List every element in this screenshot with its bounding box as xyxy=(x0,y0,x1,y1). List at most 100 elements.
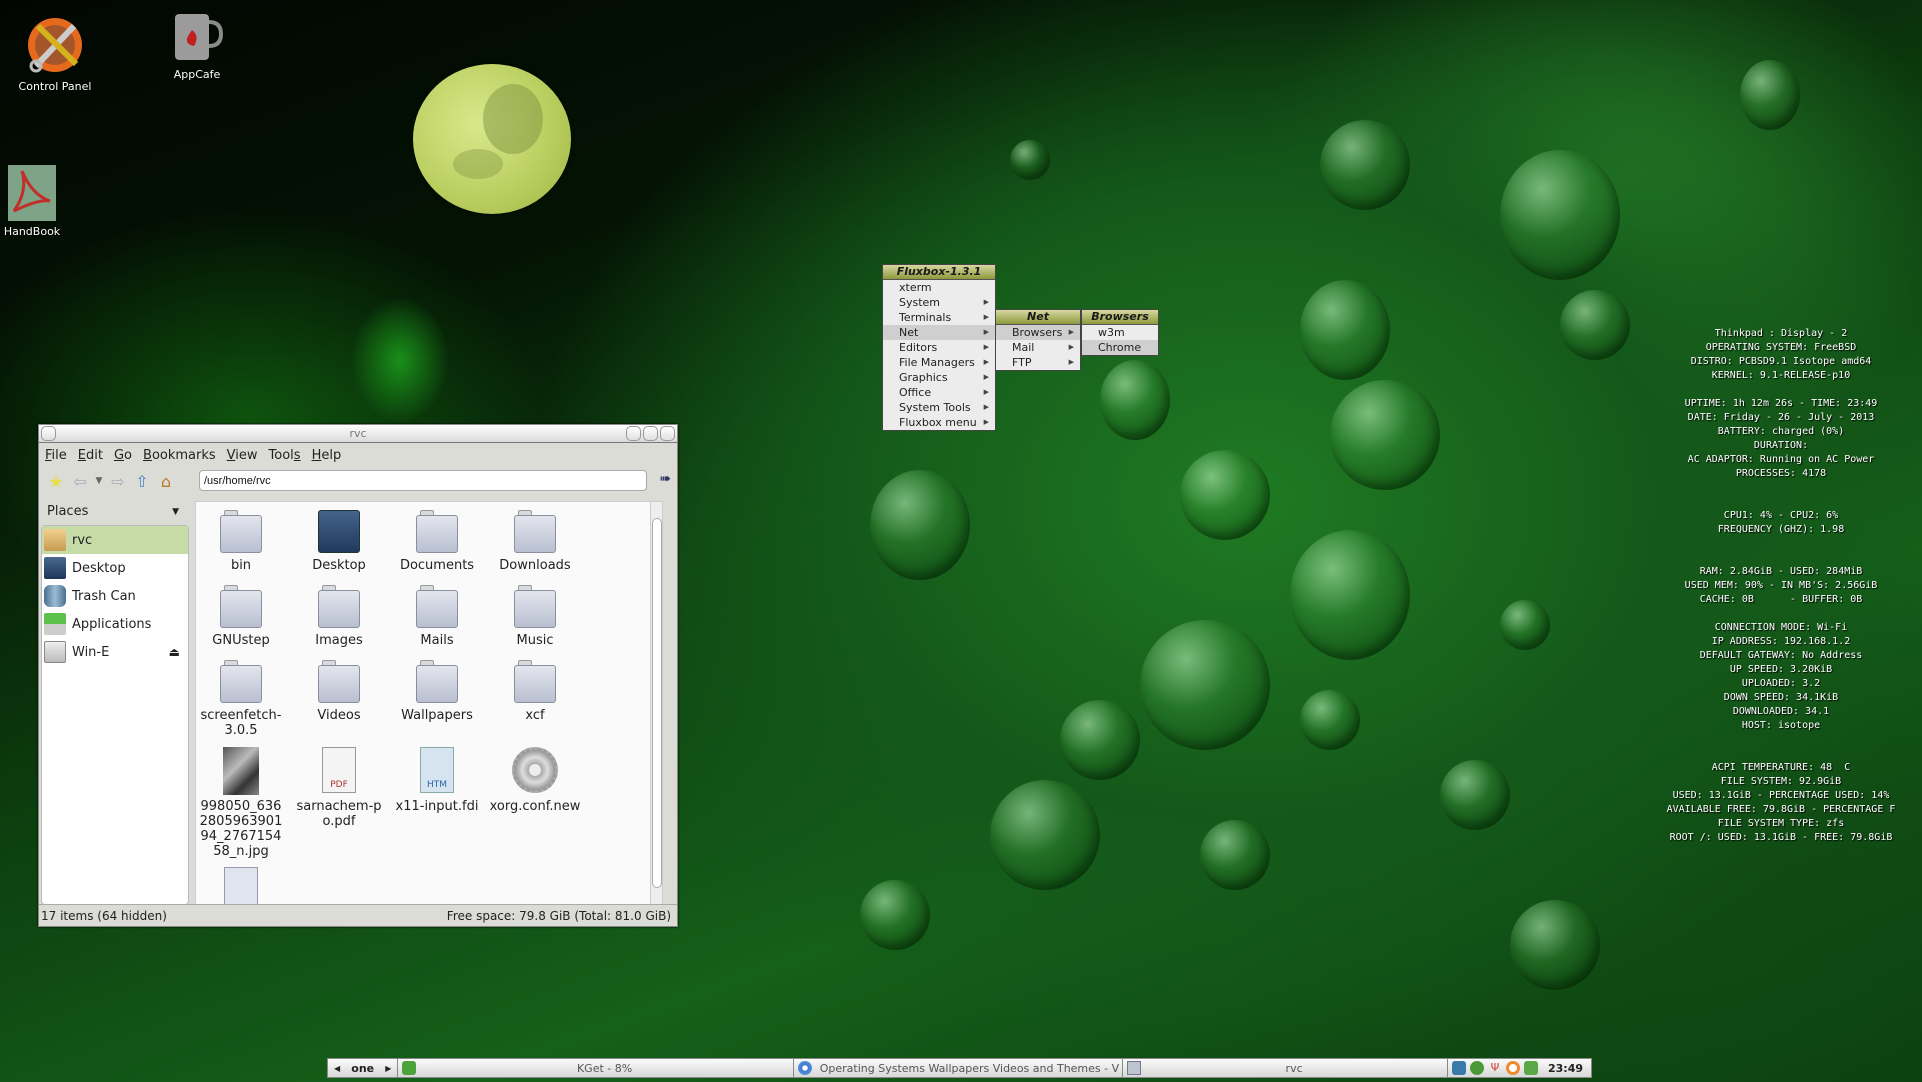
menu-item-graphics[interactable]: Graphics ▶ xyxy=(883,370,995,385)
scrollbar-thumb[interactable] xyxy=(652,518,662,888)
next-workspace-icon[interactable]: ▶ xyxy=(385,1064,391,1073)
file-item[interactable]: PDF sarnachem-po.pdf xyxy=(291,747,387,829)
place-rvc[interactable]: rvc xyxy=(42,526,188,554)
menu-edit[interactable]: Edit xyxy=(78,448,103,463)
menu-item-system-tools[interactable]: System Tools ▶ xyxy=(883,400,995,415)
file-name: Desktop xyxy=(312,558,366,573)
places-header[interactable]: Places ▼ xyxy=(41,501,189,523)
vertical-scrollbar[interactable] xyxy=(650,502,662,904)
menu-item-terminals[interactable]: Terminals ▶ xyxy=(883,310,995,325)
prev-workspace-icon[interactable]: ◀ xyxy=(334,1064,340,1073)
file-item[interactable]: Videos xyxy=(291,660,387,723)
file-item[interactable]: HTM x11-input.fdi xyxy=(389,747,485,814)
menu-item-fluxbox-menu[interactable]: Fluxbox menu ▶ xyxy=(883,415,995,430)
file-item[interactable]: Desktop xyxy=(291,510,387,573)
menu-item-mail[interactable]: Mail ▶ xyxy=(996,340,1080,355)
conky-line: Thinkpad : Display - 2 xyxy=(1714,328,1848,339)
gear-icon xyxy=(512,747,558,793)
conky-line: DURATION: xyxy=(1753,440,1809,451)
menu-file[interactable]: File xyxy=(45,448,67,463)
menu-item-office[interactable]: Office ▶ xyxy=(883,385,995,400)
conky-line: USED MEM: 90% - IN MB'S: 2.56GiB xyxy=(1684,580,1878,591)
file-item[interactable]: 998050_636280596390194_276715458_n.jpg xyxy=(196,747,289,859)
menu-bookmarks[interactable]: Bookmarks xyxy=(143,448,216,463)
place-applications[interactable]: Applications xyxy=(42,610,188,638)
menu-item-editors[interactable]: Editors ▶ xyxy=(883,340,995,355)
menu-tools[interactable]: Tools xyxy=(269,448,301,463)
menu-item-net[interactable]: Net ▶ xyxy=(883,325,995,340)
file-item[interactable]: Mails xyxy=(389,585,485,648)
network-icon[interactable] xyxy=(1451,1061,1466,1075)
place-label: Applications xyxy=(72,616,152,632)
conky-line: ROOT /: USED: 13.1GiB - FREE: 79.8GiB xyxy=(1669,832,1893,843)
task-rvc[interactable]: rvc xyxy=(1123,1059,1448,1077)
minimize-button[interactable] xyxy=(626,426,641,441)
window-menu-button[interactable] xyxy=(41,426,56,441)
file-item[interactable]: MOD xyxy=(196,867,289,904)
file-badge: PDF xyxy=(330,780,348,790)
menu-item-ftp[interactable]: FTP ▶ xyxy=(996,355,1080,370)
lifebuoy-icon[interactable] xyxy=(1505,1061,1520,1075)
file-item[interactable]: Downloads xyxy=(487,510,583,573)
file-name: x11-input.fdi xyxy=(395,799,479,814)
menu-item-label: Mail xyxy=(1012,341,1035,354)
place-trash-can[interactable]: Trash Can xyxy=(42,582,188,610)
menu-go[interactable]: Go xyxy=(114,448,132,463)
window-titlebar[interactable]: rvc xyxy=(39,425,677,443)
download-manager-icon[interactable] xyxy=(1523,1061,1538,1075)
new-tab-icon[interactable]: ★ xyxy=(45,470,67,492)
file-item[interactable]: Music xyxy=(487,585,583,648)
up-arrow-icon[interactable]: ⇧ xyxy=(131,470,153,492)
fluxbox-toolbar: ◀ one ▶ KGet - 8% Operating Systems Wall… xyxy=(327,1058,1592,1078)
conky-line: BATTERY: charged (0%) xyxy=(1717,426,1845,437)
place-win-e[interactable]: Win-E ⏏ xyxy=(42,638,188,666)
pdf-file-icon: PDF xyxy=(322,747,356,793)
file-name: Music xyxy=(516,633,554,648)
menu-item-xterm[interactable]: xterm xyxy=(883,280,995,295)
file-item[interactable]: GNUstep xyxy=(196,585,289,648)
conky-line: UPTIME: 1h 12m 26s - TIME: 23:49 xyxy=(1684,398,1878,409)
task-chrome[interactable]: Operating Systems Wallpapers Videos and … xyxy=(794,1059,1124,1077)
wrench-screwdriver-icon xyxy=(24,14,86,76)
close-button[interactable] xyxy=(660,426,675,441)
go-arrow-icon[interactable]: ➠ xyxy=(659,471,671,487)
menu-item-w3m[interactable]: w3m xyxy=(1082,325,1158,340)
eject-icon[interactable]: ⏏ xyxy=(169,645,180,659)
file-item[interactable]: Wallpapers xyxy=(389,660,485,723)
file-item[interactable]: screenfetch-3.0.5 xyxy=(196,660,289,738)
audio-file-icon: MOD xyxy=(224,867,258,904)
conky-spacer xyxy=(1650,495,1912,509)
free-space: Free space: 79.8 GiB (Total: 81.0 GiB) xyxy=(446,909,671,923)
task-kget[interactable]: KGet - 8% xyxy=(398,1059,794,1077)
file-item[interactable]: xorg.conf.new xyxy=(487,747,583,814)
back-arrow-icon[interactable]: ⇦ xyxy=(69,470,91,492)
conky-line: DOWN SPEED: 34.1KiB xyxy=(1723,692,1839,703)
update-check-icon[interactable] xyxy=(1469,1061,1484,1075)
place-desktop[interactable]: Desktop xyxy=(42,554,188,582)
forward-arrow-icon[interactable]: ⇨ xyxy=(107,470,129,492)
desktop-icon-appcafe[interactable]: AppCafe xyxy=(152,8,242,81)
menu-item-browsers[interactable]: Browsers ▶ xyxy=(996,325,1080,340)
menu-item-system[interactable]: System ▶ xyxy=(883,295,995,310)
desktop-icon-handbook[interactable]: HandBook xyxy=(0,165,77,238)
menu-item-file-managers[interactable]: File Managers ▶ xyxy=(883,355,995,370)
conky-line: DEFAULT GATEWAY: No Address xyxy=(1699,650,1863,661)
file-item[interactable]: Documents xyxy=(389,510,485,573)
menu-help[interactable]: Help xyxy=(312,448,342,463)
file-item[interactable]: bin xyxy=(196,510,289,573)
submenu-arrow-icon: ▶ xyxy=(983,418,989,426)
submenu-arrow-icon: ▶ xyxy=(983,313,989,321)
path-input[interactable] xyxy=(199,470,647,491)
wifi-antenna-icon[interactable]: Ψ xyxy=(1488,1061,1502,1075)
desktop-icon-control-panel[interactable]: Control Panel xyxy=(10,14,100,93)
history-dropdown-icon[interactable]: ▼ xyxy=(93,470,105,492)
menu-view[interactable]: View xyxy=(227,448,258,463)
submenu-arrow-icon: ▶ xyxy=(983,358,989,366)
place-label: Trash Can xyxy=(72,588,136,604)
file-item[interactable]: xcf xyxy=(487,660,583,723)
menu-item-label: Editors xyxy=(899,341,938,354)
file-item[interactable]: Images xyxy=(291,585,387,648)
maximize-button[interactable] xyxy=(643,426,658,441)
menu-item-chrome[interactable]: Chrome xyxy=(1082,340,1158,355)
home-icon[interactable]: ⌂ xyxy=(155,470,177,492)
